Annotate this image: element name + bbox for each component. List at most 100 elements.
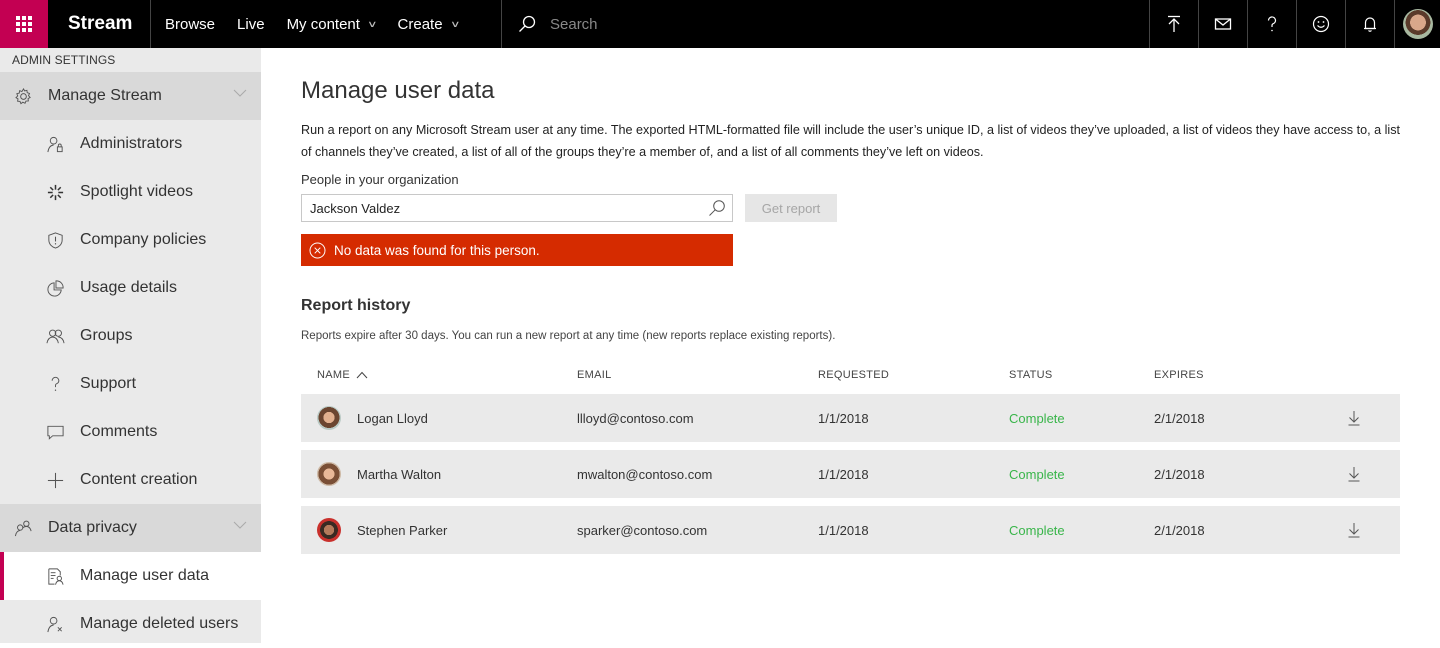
question-icon xyxy=(46,375,65,394)
cell-name: Martha Walton xyxy=(301,462,577,486)
people-search-input[interactable] xyxy=(310,200,708,216)
upload-button[interactable] xyxy=(1149,0,1198,48)
top-nav: Browse Live My content ∨ Create ∨ xyxy=(151,0,502,48)
sidebar-item-groups[interactable]: Groups xyxy=(0,312,261,360)
notifications-button[interactable] xyxy=(1345,0,1394,48)
sidebar-item-label: Groups xyxy=(80,327,133,344)
status-badge: Complete xyxy=(1009,410,1065,426)
sidebar-item-label: Content creation xyxy=(80,471,198,488)
search-input[interactable] xyxy=(550,15,850,33)
report-history-table: NAME EMAIL REQUESTED STATUS EXPIRES Loga… xyxy=(301,364,1400,554)
report-history-note: Reports expire after 30 days. You can ru… xyxy=(301,330,836,342)
cell-expires: 2/1/2018 xyxy=(1154,466,1205,482)
table-row[interactable]: Logan Lloyd llloyd@contoso.com 1/1/2018 … xyxy=(301,394,1400,442)
sidebar-group-label: Manage Stream xyxy=(48,87,162,104)
shield-icon xyxy=(46,231,65,250)
chevron-down-icon xyxy=(233,89,247,97)
sidebar-heading: ADMIN SETTINGS xyxy=(12,53,116,67)
column-header-requested[interactable]: REQUESTED xyxy=(818,369,1009,381)
nav-create[interactable]: Create ∨ xyxy=(398,16,473,33)
cell-email: sparker@contoso.com xyxy=(577,522,708,538)
cell-expires: 2/1/2018 xyxy=(1154,410,1205,426)
download-button[interactable] xyxy=(1339,410,1369,426)
column-header-status[interactable]: STATUS xyxy=(1009,369,1154,381)
column-header-name[interactable]: NAME xyxy=(301,369,577,381)
comment-icon xyxy=(46,423,65,442)
help-button[interactable] xyxy=(1247,0,1296,48)
sidebar-item-administrators[interactable]: Administrators xyxy=(0,120,261,168)
nav-my-content[interactable]: My content ∨ xyxy=(287,16,390,33)
sidebar-item-content-creation[interactable]: Content creation xyxy=(0,456,261,504)
sidebar-item-manage-user-data[interactable]: Manage user data xyxy=(0,552,261,600)
cell-name: Logan Lloyd xyxy=(301,406,577,430)
feedback-button[interactable] xyxy=(1296,0,1345,48)
sidebar-item-support[interactable]: Support xyxy=(0,360,261,408)
brand-logo[interactable]: Stream xyxy=(48,0,151,48)
smiley-icon xyxy=(1312,15,1330,33)
column-header-label: NAME xyxy=(317,369,350,381)
mail-button[interactable] xyxy=(1198,0,1247,48)
user-name: Stephen Parker xyxy=(357,522,448,538)
nav-live[interactable]: Live xyxy=(237,16,279,33)
people-icon xyxy=(14,519,33,538)
sidebar-item-manage-deleted-users[interactable]: Manage deleted users xyxy=(0,600,261,648)
sidebar-group-data-privacy[interactable]: Data privacy xyxy=(0,504,261,552)
help-icon xyxy=(1267,16,1277,32)
app-launcher-button[interactable] xyxy=(0,0,48,48)
table-row[interactable]: Martha Walton mwalton@contoso.com 1/1/20… xyxy=(301,450,1400,498)
cell-email: mwalton@contoso.com xyxy=(577,466,713,482)
sidebar-item-label: Spotlight videos xyxy=(80,183,193,200)
sidebar-item-label: Company policies xyxy=(80,231,207,248)
plus-icon xyxy=(46,471,65,490)
waffle-icon xyxy=(16,16,32,32)
user-name: Martha Walton xyxy=(357,466,442,482)
nav-create-label: Create xyxy=(397,15,443,33)
page-title: Manage user data xyxy=(301,77,495,104)
admin-sidebar: ADMIN SETTINGS Manage Stream Administrat… xyxy=(0,48,261,643)
status-badge: Complete xyxy=(1009,522,1065,538)
admin-person-icon xyxy=(46,135,65,154)
search-icon[interactable] xyxy=(518,15,536,33)
user-avatar-button[interactable] xyxy=(1394,0,1440,48)
sidebar-item-spotlight-videos[interactable]: Spotlight videos xyxy=(0,168,261,216)
sidebar-group-manage-stream[interactable]: Manage Stream xyxy=(0,72,261,120)
chevron-down-icon xyxy=(233,521,247,529)
upload-icon xyxy=(1168,15,1180,32)
cell-requested: 1/1/2018 xyxy=(818,466,869,482)
search-icon[interactable] xyxy=(708,199,726,217)
nav-browse[interactable]: Browse xyxy=(165,16,229,33)
sidebar-item-label: Administrators xyxy=(80,135,183,152)
cell-expires: 2/1/2018 xyxy=(1154,522,1205,538)
sidebar-item-label: Manage user data xyxy=(80,567,209,584)
bell-icon xyxy=(1364,17,1376,32)
sidebar-item-comments[interactable]: Comments xyxy=(0,408,261,456)
page-description: Run a report on any Microsoft Stream use… xyxy=(301,123,1400,159)
avatar xyxy=(317,518,341,542)
column-header-email[interactable]: EMAIL xyxy=(577,369,818,381)
gear-icon xyxy=(14,87,33,106)
download-icon xyxy=(1348,523,1360,538)
error-message-bar: No data was found for this person. xyxy=(301,234,733,266)
groups-icon xyxy=(46,327,65,346)
table-row[interactable]: Stephen Parker sparker@contoso.com 1/1/2… xyxy=(301,506,1400,554)
sort-ascending-icon xyxy=(356,371,368,379)
report-form: Get report xyxy=(301,194,1401,222)
sidebar-item-company-policies[interactable]: Company policies xyxy=(0,216,261,264)
people-picker xyxy=(301,194,733,222)
sidebar-item-label: Usage details xyxy=(80,279,177,296)
people-field-label: People in your organization xyxy=(301,172,459,187)
cell-requested: 1/1/2018 xyxy=(818,410,869,426)
download-button[interactable] xyxy=(1339,466,1369,482)
top-bar: Stream Browse Live My content ∨ Create ∨ xyxy=(0,0,1440,48)
nav-browse-label: Browse xyxy=(165,15,216,33)
column-header-expires[interactable]: EXPIRES xyxy=(1154,369,1339,381)
nav-live-label: Live xyxy=(237,15,265,33)
sidebar-group-label: Data privacy xyxy=(48,519,137,536)
cell-name: Stephen Parker xyxy=(301,518,577,542)
global-search xyxy=(502,0,1149,48)
deleted-user-icon xyxy=(46,615,65,634)
get-report-button[interactable]: Get report xyxy=(745,194,837,222)
sidebar-item-usage-details[interactable]: Usage details xyxy=(0,264,261,312)
pie-chart-icon xyxy=(46,279,65,298)
download-button[interactable] xyxy=(1339,522,1369,538)
